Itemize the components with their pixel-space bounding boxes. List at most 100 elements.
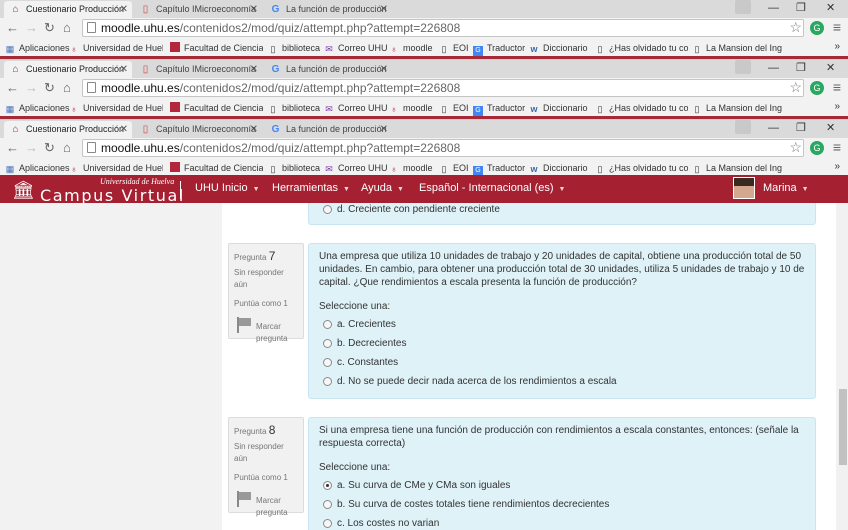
tab-funcion[interactable]: G La función de producción ✕ (264, 1, 392, 18)
bookmark-star-icon[interactable]: ☆ (789, 139, 802, 156)
tab-cuestionario[interactable]: ⌂ Cuestionario Producción ✕ (4, 121, 132, 138)
bookmark-item[interactable]: ▯ biblioteca (268, 102, 321, 114)
bookmark-item[interactable]: ♁ Universidad de Huelv (69, 102, 163, 114)
close-window-icon[interactable]: ✕ (826, 0, 835, 16)
bookmarks-overflow-icon[interactable]: » (834, 41, 840, 52)
bookmarks-overflow-icon[interactable]: » (834, 101, 840, 112)
answer-option[interactable]: c. Los costes no varian (319, 517, 805, 530)
bookmark-star-icon[interactable]: ☆ (789, 79, 802, 96)
bookmark-item[interactable]: ♁ moodle (389, 42, 433, 54)
browser-menu-icon[interactable]: ≡ (833, 19, 841, 35)
answer-option[interactable]: d. No se puede decir nada acerca de los … (319, 375, 805, 394)
bookmark-item[interactable]: Facultad de Ciencias E (170, 162, 263, 174)
page-info-icon[interactable] (87, 22, 96, 33)
bookmark-star-icon[interactable]: ☆ (789, 19, 802, 36)
page-scrollbar[interactable] (838, 203, 848, 530)
bookmark-item[interactable]: Facultad de Ciencias E (170, 102, 263, 114)
profile-icon[interactable] (735, 0, 751, 14)
scrollbar-thumb[interactable] (839, 389, 847, 465)
forward-arrow-icon[interactable]: → (25, 20, 38, 36)
back-arrow-icon[interactable]: ← (6, 20, 19, 36)
close-tab-icon[interactable]: ✕ (380, 1, 388, 18)
extension-icon[interactable]: G (810, 21, 824, 35)
bookmark-item[interactable]: ▦ Aplicaciones (5, 162, 70, 174)
close-tab-icon[interactable]: ✕ (120, 121, 128, 138)
nav-herramientas[interactable]: Herramientas ▼ (272, 182, 350, 194)
bookmark-item[interactable]: ▯ La Mansion del Ingles (692, 162, 782, 174)
radio-button[interactable] (323, 519, 332, 528)
page-info-icon[interactable] (87, 142, 96, 153)
minimize-icon[interactable]: — (768, 0, 779, 16)
browser-menu-icon[interactable]: ≡ (833, 79, 841, 95)
bookmark-item[interactable]: ▯ EOI (439, 162, 469, 174)
bookmark-item[interactable]: ▯ ¿Has olvidado tu cont (595, 102, 688, 114)
flag-icon[interactable] (234, 317, 252, 333)
radio-button[interactable] (323, 358, 332, 367)
answer-option[interactable]: a. Su curva de CMe y CMa son iguales (319, 479, 805, 498)
answer-option[interactable]: d. Creciente con pendiente creciente (319, 203, 805, 222)
bookmark-item[interactable]: ✉ Correo UHU (324, 102, 387, 114)
radio-button[interactable] (323, 339, 332, 348)
url-bar[interactable]: moodle.uhu.es/contenidos2/mod/quiz/attem… (82, 139, 804, 157)
tab-cuestionario[interactable]: ⌂ Cuestionario Producción ✕ (4, 1, 132, 18)
user-avatar[interactable] (733, 177, 755, 199)
bookmark-item[interactable]: ▯ EOI (439, 42, 469, 54)
bookmark-item[interactable]: ▯ ¿Has olvidado tu cont (595, 162, 688, 174)
flag-question[interactable]: Marcar pregunta (234, 311, 298, 345)
bookmarks-overflow-icon[interactable]: » (834, 161, 840, 172)
bookmark-item[interactable]: ▯ EOI (439, 102, 469, 114)
restore-icon[interactable]: ❐ (796, 60, 806, 76)
minimize-icon[interactable]: — (768, 120, 779, 136)
reload-icon[interactable]: ↻ (44, 80, 55, 96)
home-icon[interactable]: ⌂ (63, 140, 71, 156)
close-tab-icon[interactable]: ✕ (380, 61, 388, 78)
extension-icon[interactable]: G (810, 81, 824, 95)
tab-funcion[interactable]: G La función de producción ✕ (264, 121, 392, 138)
close-window-icon[interactable]: ✕ (826, 60, 835, 76)
restore-icon[interactable]: ❐ (796, 120, 806, 136)
restore-icon[interactable]: ❐ (796, 0, 806, 16)
user-menu[interactable]: Marina ▼ (763, 182, 809, 194)
profile-icon[interactable] (735, 120, 751, 134)
home-icon[interactable]: ⌂ (63, 80, 71, 96)
tab-capitulo[interactable]: ▯ Capítulo IMicroeconomía ✕ (134, 61, 262, 78)
bookmark-item[interactable]: ▦ Aplicaciones (5, 42, 70, 54)
forward-arrow-icon[interactable]: → (25, 80, 38, 96)
flag-icon[interactable] (234, 491, 252, 507)
bookmark-item[interactable]: ▦ Aplicaciones (5, 102, 70, 114)
home-icon[interactable]: ⌂ (63, 20, 71, 36)
tab-capitulo[interactable]: ▯ Capítulo IMicroeconomía ✕ (134, 1, 262, 18)
bookmark-item[interactable]: ♁ moodle (389, 102, 433, 114)
bookmark-item[interactable]: w Diccionario (529, 42, 587, 54)
radio-button[interactable] (323, 481, 332, 490)
bookmark-item[interactable]: ▯ La Mansion del Ingles (692, 102, 782, 114)
bookmark-item[interactable]: ♁ Universidad de Huelv (69, 42, 163, 54)
forward-arrow-icon[interactable]: → (25, 140, 38, 156)
url-bar[interactable]: moodle.uhu.es/contenidos2/mod/quiz/attem… (82, 79, 804, 97)
answer-option[interactable]: c. Constantes (319, 356, 805, 375)
url-bar[interactable]: moodle.uhu.es/contenidos2/mod/quiz/attem… (82, 19, 804, 37)
back-arrow-icon[interactable]: ← (6, 80, 19, 96)
radio-button[interactable] (323, 320, 332, 329)
radio-button[interactable] (323, 500, 332, 509)
bookmark-item[interactable]: G Traductor (473, 42, 525, 56)
bookmark-item[interactable]: ▯ ¿Has olvidado tu cont (595, 42, 688, 54)
bookmark-item[interactable]: G Traductor (473, 102, 525, 116)
bookmark-item[interactable]: Facultad de Ciencias E (170, 42, 263, 54)
tab-capitulo[interactable]: ▯ Capítulo IMicroeconomía ✕ (134, 121, 262, 138)
radio-button[interactable] (323, 205, 332, 214)
bookmark-item[interactable]: G Traductor (473, 162, 525, 176)
close-tab-icon[interactable]: ✕ (380, 121, 388, 138)
back-arrow-icon[interactable]: ← (6, 140, 19, 156)
bookmark-item[interactable]: ✉ Correo UHU (324, 42, 387, 54)
bookmark-item[interactable]: w Diccionario (529, 162, 587, 174)
bookmark-item[interactable]: ▯ biblioteca (268, 42, 321, 54)
tab-funcion[interactable]: G La función de producción ✕ (264, 61, 392, 78)
nav-uhu-inicio[interactable]: UHU Inicio ▼ (195, 182, 260, 194)
bookmark-item[interactable]: ♁ Universidad de Huelv (69, 162, 163, 174)
minimize-icon[interactable]: — (768, 60, 779, 76)
bookmark-item[interactable]: w Diccionario (529, 102, 587, 114)
extension-icon[interactable]: G (810, 141, 824, 155)
answer-option[interactable]: b. Su curva de costes totales tiene rend… (319, 498, 805, 517)
answer-option[interactable]: b. Decrecientes (319, 337, 805, 356)
